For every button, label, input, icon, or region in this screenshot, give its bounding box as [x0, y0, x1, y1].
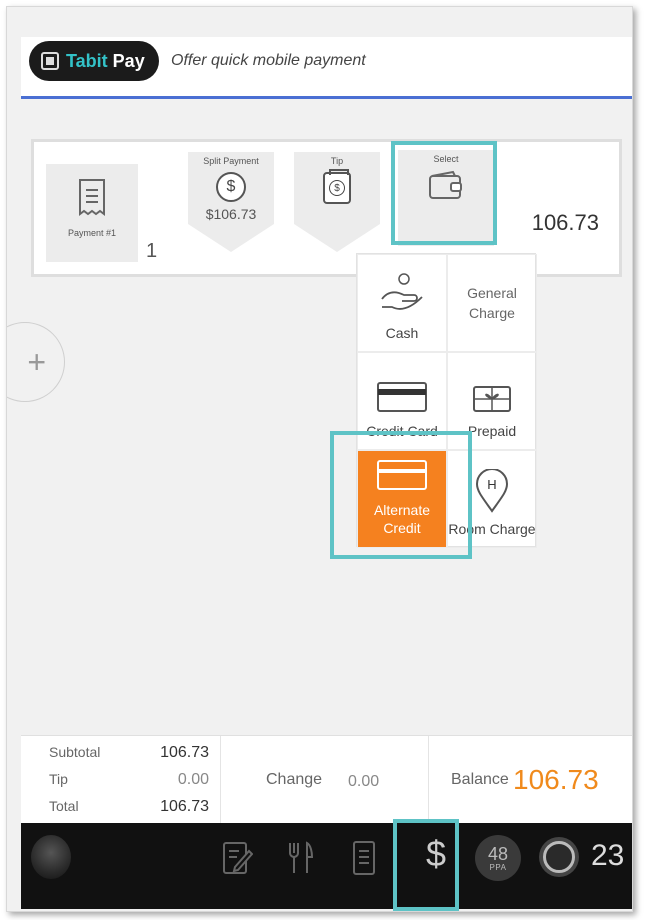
change-section: Change 0.00 — [221, 736, 429, 824]
total-row: Total 106.73 — [49, 798, 209, 815]
method-alternate-credit-label: Alternate Credit — [373, 502, 431, 536]
totals-panel: Subtotal 106.73 Tip 0.00 Total 106.73 Ch… — [21, 735, 632, 824]
method-cash[interactable]: Cash — [357, 254, 447, 352]
method-alternate-credit[interactable]: Alternate Credit — [357, 450, 447, 548]
avatar[interactable] — [31, 835, 71, 879]
payment-dollar-icon[interactable]: $ — [416, 833, 456, 875]
app-frame: Tabit Pay Offer quick mobile payment Pay… — [6, 6, 633, 912]
method-general-charge[interactable]: General Charge — [447, 254, 537, 352]
gift-card-icon — [473, 386, 511, 412]
select-label: Select — [433, 154, 459, 164]
edit-order-icon[interactable] — [221, 839, 253, 877]
method-general-charge-label: General Charge — [467, 285, 517, 321]
payment-card[interactable]: Payment #1 — [46, 164, 138, 262]
method-prepaid[interactable]: Prepaid — [447, 352, 537, 450]
tabit-pay-button[interactable]: Tabit Pay — [29, 41, 159, 81]
brand-tabit: Tabit — [66, 50, 108, 71]
dollar-coin-icon: $ — [216, 172, 246, 202]
tip-total-label: Tip — [49, 771, 68, 787]
guest-count: 23 — [591, 839, 625, 872]
wallet-icon — [429, 170, 462, 199]
payment-methods-menu: Cash General Charge Credit Card Prepaid — [356, 253, 537, 548]
qr-code-icon — [41, 52, 59, 70]
balance-label: Balance — [451, 771, 509, 788]
tip-jar-icon: $ — [323, 169, 351, 204]
method-room-charge[interactable]: H Room Charge — [447, 450, 537, 548]
payment-number: 1 — [146, 240, 158, 262]
method-room-charge-label: Room Charge — [448, 521, 536, 537]
ppa-label: PPA — [489, 862, 507, 872]
plus-icon: + — [27, 343, 46, 380]
header: Tabit Pay Offer quick mobile payment — [21, 37, 632, 99]
hand-coin-icon — [381, 273, 423, 310]
credit-card-icon — [377, 382, 427, 412]
payment-amount: 106.73 — [531, 210, 599, 235]
table-status-icon[interactable] — [539, 837, 579, 877]
svg-text:H: H — [487, 477, 496, 492]
subtotal-label: Subtotal — [49, 744, 101, 760]
card-icon — [377, 460, 427, 490]
method-cash-label: Cash — [385, 325, 419, 341]
totals-breakdown: Subtotal 106.73 Tip 0.00 Total 106.73 — [21, 736, 221, 824]
brand-pay: Pay — [112, 50, 145, 71]
tip-row: Tip 0.00 — [49, 771, 209, 788]
change-label: Change — [266, 771, 323, 788]
ppa-badge[interactable]: 48 PPA — [475, 835, 521, 881]
payment-label: Payment #1 — [67, 228, 117, 238]
select-method-button[interactable]: Select — [398, 150, 494, 246]
hotel-pin-icon: H — [475, 469, 509, 513]
change-value: 0.00 — [348, 773, 380, 790]
subtotal-value: 106.73 — [160, 744, 209, 761]
split-payment-button[interactable]: Split Payment $ $106.73 — [188, 152, 274, 252]
split-payment-label: Split Payment — [203, 156, 259, 166]
method-credit-card-label: Credit Card — [366, 423, 438, 439]
method-prepaid-label: Prepaid — [467, 423, 517, 439]
balance-value: 106.73 — [513, 764, 599, 795]
method-credit-card[interactable]: Credit Card — [357, 352, 447, 450]
header-tagline: Offer quick mobile payment — [171, 52, 366, 69]
add-payment-button[interactable]: + — [7, 322, 65, 402]
total-label: Total — [49, 798, 79, 814]
split-payment-value: $106.73 — [205, 206, 257, 222]
ppa-number: 48 — [487, 843, 509, 864]
subtotal-row: Subtotal 106.73 — [49, 744, 209, 761]
receipt-list-icon[interactable] — [351, 839, 377, 877]
tip-button[interactable]: Tip $ — [294, 152, 380, 252]
fork-knife-icon[interactable] — [285, 839, 315, 877]
tip-total-value: 0.00 — [177, 771, 209, 788]
tip-label: Tip — [330, 156, 344, 166]
receipt-icon — [79, 179, 105, 216]
bottom-toolbar: $ 48 PPA 23 — [21, 823, 632, 909]
total-value: 106.73 — [160, 798, 209, 815]
